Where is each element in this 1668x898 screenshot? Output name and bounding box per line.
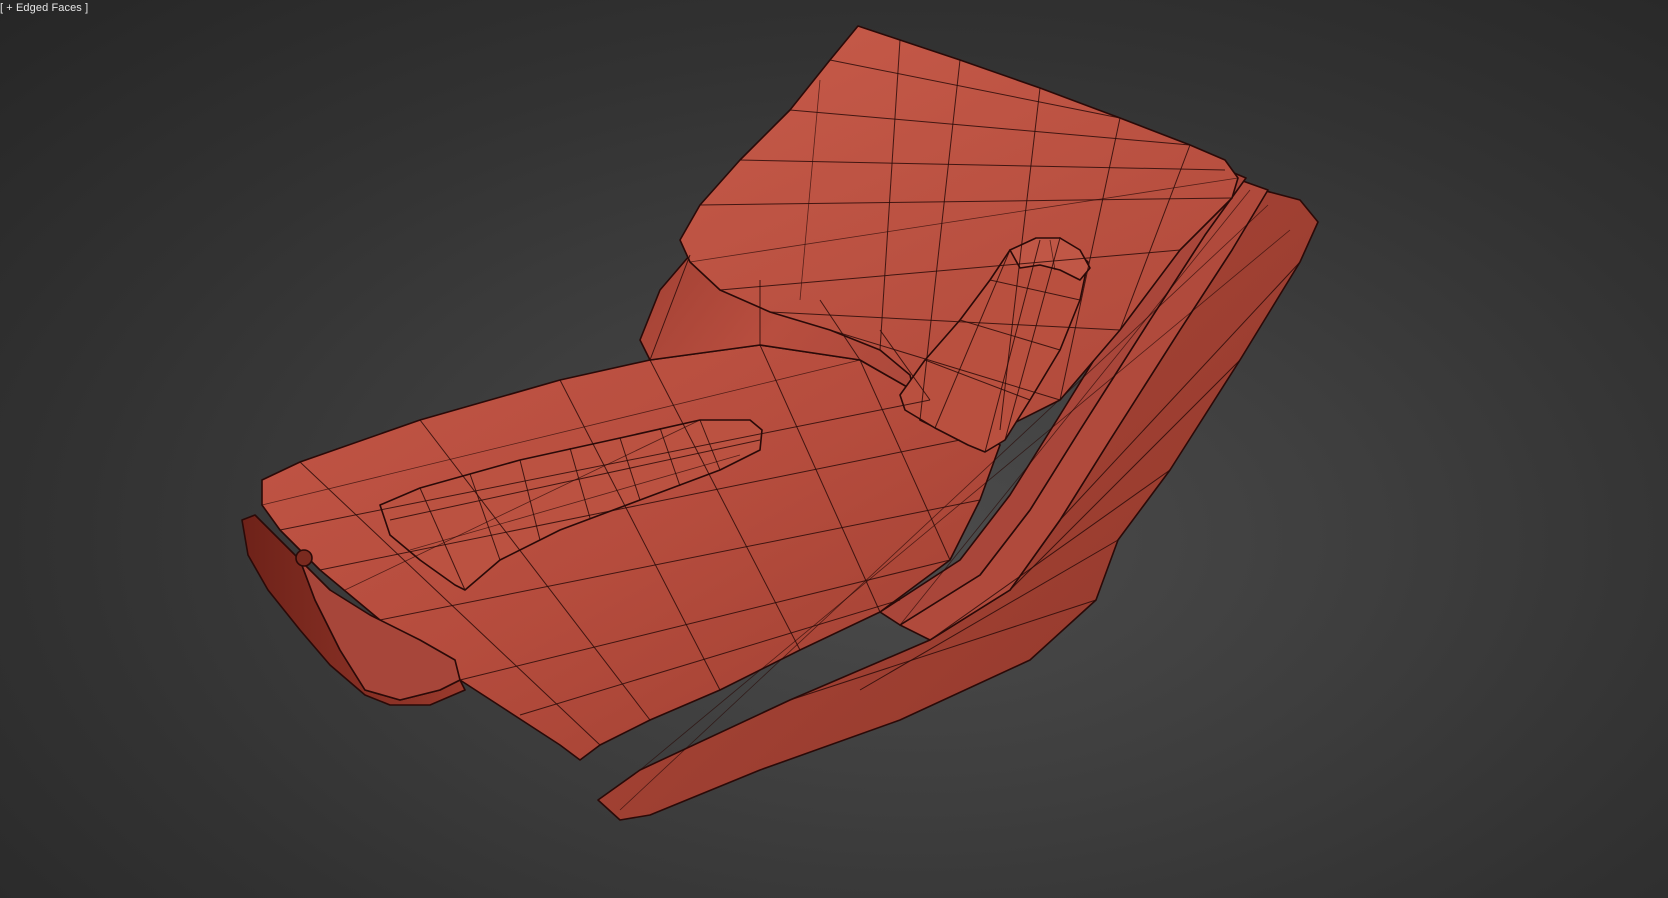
3d-viewport[interactable]: [ + Edged Faces ] [0,0,1668,898]
wallet-mesh [241,25,1319,821]
snap-button [295,549,313,567]
